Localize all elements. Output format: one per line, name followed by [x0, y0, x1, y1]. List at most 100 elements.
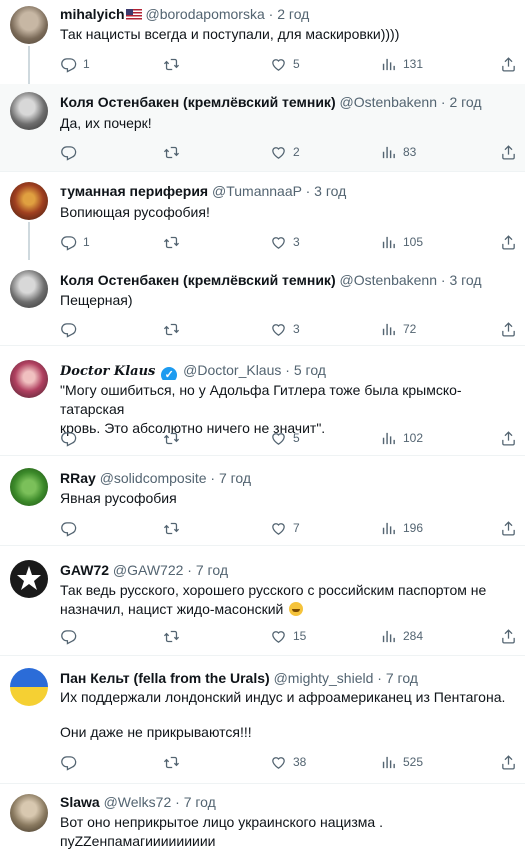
tweet-text: Вопиющая русофобия!	[60, 204, 210, 220]
share-button[interactable]	[500, 428, 517, 448]
like-button[interactable]: 3	[270, 232, 300, 252]
retweet-button[interactable]	[163, 626, 180, 646]
like-button[interactable]: 7	[270, 518, 300, 538]
retweet-button[interactable]	[163, 752, 180, 772]
share-button[interactable]	[500, 319, 517, 339]
retweet-button[interactable]	[163, 428, 180, 448]
share-button[interactable]	[500, 54, 517, 74]
timestamp[interactable]: 5 год	[294, 362, 326, 378]
like-button[interactable]: 3	[270, 319, 300, 339]
views-button[interactable]: 83	[380, 142, 416, 162]
us-flag-icon	[125, 9, 142, 20]
reply-button[interactable]	[60, 142, 77, 162]
reply-button[interactable]	[60, 319, 77, 339]
timestamp[interactable]: 7 год	[184, 794, 216, 810]
timestamp[interactable]: 7 год	[219, 470, 251, 486]
avatar[interactable]	[10, 560, 48, 598]
tweet-text-line: Их поддержали лондонский индус и афроаме…	[60, 689, 506, 705]
reply-icon	[60, 520, 77, 537]
reply-button[interactable]	[60, 518, 77, 538]
tweet-1[interactable]: mihalyich @borodapomorska · 2 год Так на…	[0, 0, 525, 84]
heart-icon	[270, 520, 287, 537]
avatar[interactable]	[10, 668, 48, 706]
views-button[interactable]: 196	[380, 518, 423, 538]
retweet-button[interactable]	[163, 54, 180, 74]
separator: ·	[210, 470, 216, 486]
like-button[interactable]: 38	[270, 752, 306, 772]
timestamp[interactable]: 2 год	[277, 6, 309, 22]
author-handle[interactable]: @solidcomposite	[100, 470, 207, 486]
author-name[interactable]: Пан Кельт (fella from the Urals)	[60, 670, 270, 686]
tweet-3[interactable]: туманная периферия @TumannaaP · 3 год Во…	[0, 172, 525, 260]
avatar[interactable]	[10, 6, 48, 44]
author-handle[interactable]: @Ostenbakenn	[340, 94, 438, 110]
views-count: 196	[403, 521, 424, 535]
timestamp[interactable]: 3 год	[314, 183, 346, 199]
tweet-7[interactable]: GAW72 @GAW722 · 7 год Так ведь русского,…	[0, 546, 525, 656]
views-count: 72	[403, 322, 417, 336]
views-button[interactable]: 525	[380, 752, 423, 772]
views-button[interactable]: 102	[380, 428, 423, 448]
separator: ·	[305, 183, 311, 199]
reply-button[interactable]	[60, 626, 77, 646]
author-handle[interactable]: @Welks72	[104, 794, 172, 810]
author-name[interactable]: туманная периферия	[60, 183, 208, 199]
retweet-icon	[163, 430, 180, 447]
author-name[interactable]: Slawa	[60, 794, 100, 810]
star-logo-icon	[17, 566, 41, 590]
author-name[interactable]: Коля Остенбакен (кремлёвский темник)	[60, 272, 336, 288]
author-name[interactable]: Doctor Klaus	[60, 364, 155, 379]
tweet-4[interactable]: Коля Остенбакен (кремлёвский темник) @Os…	[0, 260, 525, 346]
tweet-6[interactable]: RRay @solidcomposite · 7 год Явная русоф…	[0, 456, 525, 546]
retweet-button[interactable]	[163, 319, 180, 339]
author-handle[interactable]: @TumannaaP	[212, 183, 302, 199]
views-button[interactable]: 284	[380, 626, 423, 646]
tweet-8[interactable]: Пан Кельт (fella from the Urals) @mighty…	[0, 656, 525, 784]
like-button[interactable]: 2	[270, 142, 300, 162]
reply-button[interactable]	[60, 428, 77, 448]
timestamp[interactable]: 7 год	[386, 670, 418, 686]
views-button[interactable]: 72	[380, 319, 416, 339]
avatar[interactable]	[10, 794, 48, 832]
share-button[interactable]	[500, 232, 517, 252]
author-name[interactable]: GAW72	[60, 562, 109, 578]
reply-button[interactable]: 1	[60, 54, 90, 74]
views-button[interactable]: 105	[380, 232, 423, 252]
timestamp[interactable]: 7 год	[196, 562, 228, 578]
author-name[interactable]: Коля Остенбакен (кремлёвский темник)	[60, 94, 336, 110]
share-button[interactable]	[500, 142, 517, 162]
tweet-2[interactable]: Коля Остенбакен (кремлёвский темник) @Os…	[0, 84, 525, 172]
share-button[interactable]	[500, 518, 517, 538]
avatar[interactable]	[10, 468, 48, 506]
separator: ·	[440, 94, 446, 110]
like-button[interactable]: 5	[270, 428, 300, 448]
avatar[interactable]	[10, 182, 48, 220]
avatar[interactable]	[10, 270, 48, 308]
like-button[interactable]: 5	[270, 54, 300, 74]
retweet-button[interactable]	[163, 518, 180, 538]
author-handle[interactable]: @Doctor_Klaus	[183, 362, 281, 378]
timestamp[interactable]: 3 год	[449, 272, 481, 288]
share-button[interactable]	[500, 626, 517, 646]
views-icon	[380, 754, 397, 771]
reply-button[interactable]	[60, 752, 77, 772]
avatar[interactable]	[10, 92, 48, 130]
tweet-5[interactable]: Doctor Klaus ✓ @Doctor_Klaus · 5 год "Мо…	[0, 346, 525, 456]
reply-icon	[60, 56, 77, 73]
share-button[interactable]	[500, 752, 517, 772]
retweet-button[interactable]	[163, 232, 180, 252]
author-name[interactable]: RRay	[60, 470, 96, 486]
author-handle[interactable]: @mighty_shield	[274, 670, 374, 686]
reply-button[interactable]: 1	[60, 232, 90, 252]
tweet-text-line: пуZZенпамагиииииииии	[60, 833, 216, 849]
timestamp[interactable]: 2 год	[449, 94, 481, 110]
avatar[interactable]	[10, 360, 48, 398]
author-handle[interactable]: @Ostenbakenn	[340, 272, 438, 288]
tweet-9[interactable]: Slawa @Welks72 · 7 год Вот оно неприкрыт…	[0, 784, 525, 851]
author-handle[interactable]: @borodapomorska	[145, 6, 264, 22]
retweet-button[interactable]	[163, 142, 180, 162]
like-button[interactable]: 15	[270, 626, 306, 646]
author-handle[interactable]: @GAW722	[113, 562, 184, 578]
views-button[interactable]: 131	[380, 54, 423, 74]
author-name[interactable]: mihalyich	[60, 6, 125, 22]
